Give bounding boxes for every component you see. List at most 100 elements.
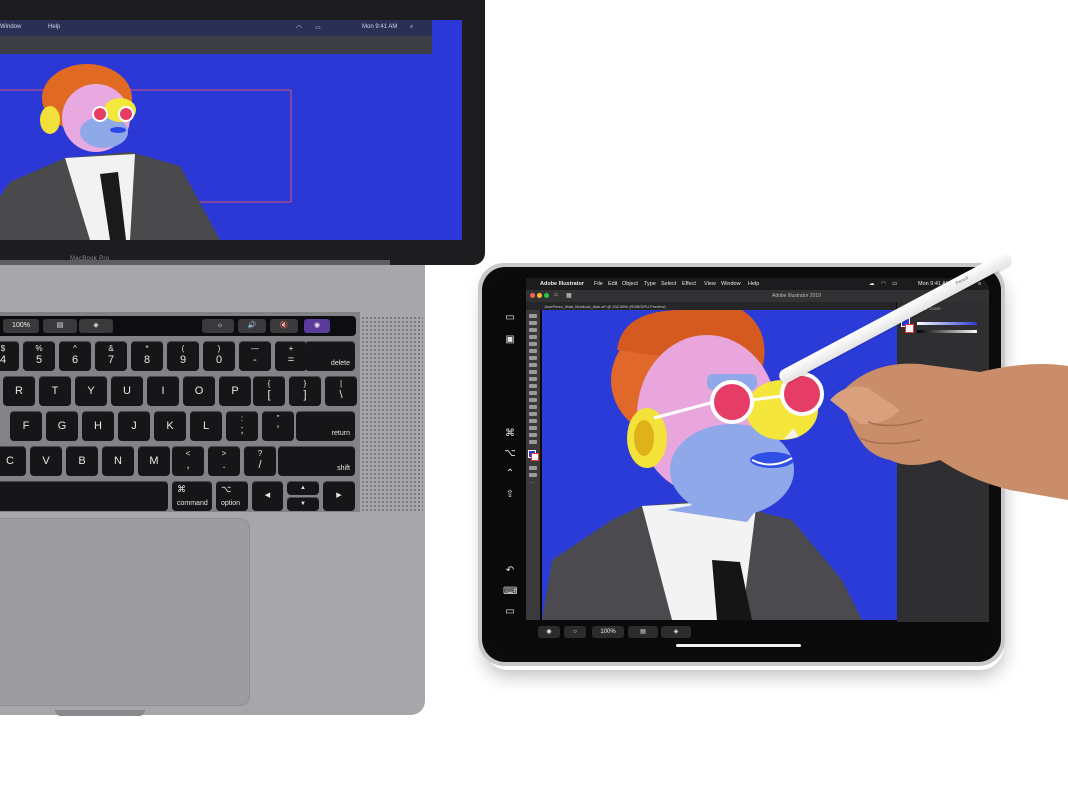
zoom-tool-icon[interactable] — [529, 440, 537, 444]
bottom-align-icon[interactable]: ▤ — [628, 626, 658, 638]
menu-window[interactable]: Window — [721, 281, 741, 287]
delete-key[interactable]: delete — [305, 341, 355, 371]
eyedropper-tool-icon[interactable] — [529, 426, 537, 430]
disconnect-icon[interactable]: ▭ — [503, 606, 517, 618]
home-indicator[interactable] — [676, 644, 801, 647]
pencil-tool-icon[interactable] — [529, 377, 537, 381]
menu-edit[interactable]: Edit — [608, 281, 617, 287]
curvature-tool-icon[interactable] — [529, 342, 537, 346]
symbol-key-2[interactable]: ? / — [244, 446, 276, 476]
number-key-2[interactable]: ^ 6 — [59, 341, 91, 371]
letter-key-home-2[interactable]: H — [82, 411, 114, 441]
number-key-7[interactable]: — - — [239, 341, 271, 371]
touch-bar[interactable]: 100% ▤ ◈ ( ☼ 🔊 🔇 ◉ — [0, 316, 356, 336]
number-key-3[interactable]: & 7 — [95, 341, 127, 371]
menu-select[interactable]: Select — [661, 281, 676, 287]
window-close-button[interactable] — [530, 293, 535, 298]
number-key-1[interactable]: % 5 — [23, 341, 55, 371]
scale-tool-icon[interactable] — [529, 398, 537, 402]
menu-effect[interactable]: Effect — [682, 281, 696, 287]
menu-type[interactable]: Type — [644, 281, 656, 287]
letter-key-bottom-0[interactable]: C — [0, 446, 26, 476]
eraser-tool-icon[interactable] — [529, 384, 537, 388]
type-tool-icon[interactable] — [529, 349, 537, 353]
circle-icon[interactable]: ○ — [564, 626, 586, 638]
window-zoom-button[interactable] — [544, 293, 549, 298]
document-tab[interactable]: JosePerez_Matt_Murdock_blue.ai* @ 232.58… — [544, 304, 666, 309]
siri-icon[interactable]: ◉ — [304, 319, 330, 333]
punct-key-1[interactable]: " ' — [262, 411, 294, 441]
return-key[interactable]: return — [296, 411, 355, 441]
menu-help[interactable]: Help — [748, 281, 759, 287]
shape-builder-tool-icon[interactable] — [529, 412, 537, 416]
menubar-clock[interactable]: Mon 9:41 AM — [362, 24, 397, 30]
shift-key[interactable]: shift — [278, 446, 355, 476]
letter-key-qwerty-6[interactable]: P — [219, 376, 251, 406]
screen-mode-icon[interactable] — [529, 473, 537, 477]
shift-modifier-icon[interactable]: ⇧ — [503, 489, 517, 501]
line-tool-icon[interactable] — [529, 356, 537, 360]
menu-object[interactable]: Object — [622, 281, 638, 287]
width-tool-icon[interactable] — [529, 405, 537, 409]
number-key-0[interactable]: $4 — [0, 341, 19, 371]
letter-key-qwerty-2[interactable]: Y — [75, 376, 107, 406]
pen-tool-icon[interactable] — [529, 335, 537, 339]
number-key-8[interactable]: + = — [275, 341, 307, 371]
search-icon[interactable]: ⌕ — [410, 24, 413, 31]
letter-key-bottom-4[interactable]: M — [138, 446, 170, 476]
bracket-key-2[interactable]: | \ — [325, 376, 357, 406]
volume-icon[interactable]: 🔊 — [238, 319, 266, 333]
number-key-5[interactable]: (9 — [167, 341, 199, 371]
wifi-icon[interactable]: ◠ — [296, 24, 302, 32]
status-wifi-icon[interactable]: ◠ — [881, 281, 886, 287]
status-battery-icon[interactable]: ▭ — [892, 281, 897, 287]
letter-key-qwerty-5[interactable]: O — [183, 376, 215, 406]
stroke-swatch[interactable] — [531, 453, 539, 461]
control-modifier-icon[interactable]: ⌃ — [503, 468, 517, 480]
touchbar-align-icon[interactable]: ▤ — [43, 319, 77, 333]
menu-file[interactable]: File — [594, 281, 603, 287]
menu-view[interactable]: View — [704, 281, 716, 287]
color-wheel-icon[interactable]: ◉ — [538, 626, 560, 638]
letter-key-home-5[interactable]: L — [190, 411, 222, 441]
symbol-key-1[interactable]: >. — [208, 446, 240, 476]
option-key[interactable]: ⌥ option — [216, 481, 248, 511]
rotate-tool-icon[interactable] — [529, 391, 537, 395]
keyboard-icon[interactable]: ⌨ — [503, 586, 517, 598]
arrow-right-key[interactable]: ▶ — [323, 481, 355, 511]
space-bar[interactable] — [0, 481, 168, 511]
letter-key-bottom-3[interactable]: N — [102, 446, 134, 476]
letter-key-qwerty-1[interactable]: T — [39, 376, 71, 406]
menu-item-help[interactable]: Help — [48, 24, 60, 30]
brightness-icon[interactable]: ☼ — [206, 319, 234, 333]
mute-icon[interactable]: 🔇 — [270, 319, 298, 333]
letter-key-qwerty-3[interactable]: U — [111, 376, 143, 406]
color-slider[interactable] — [917, 322, 977, 325]
magic-wand-tool-icon[interactable] — [529, 328, 537, 332]
symbol-key-0[interactable]: <, — [172, 446, 204, 476]
undo-icon[interactable]: ↶ — [503, 565, 517, 577]
arrow-up-key[interactable]: ▲ — [287, 481, 319, 495]
bracket-key-0[interactable]: {[ — [253, 376, 285, 406]
letter-key-home-4[interactable]: K — [154, 411, 186, 441]
letter-key-home-3[interactable]: J — [118, 411, 150, 441]
sidebar-dock-icon[interactable]: ▣ — [503, 334, 517, 346]
window-minimize-button[interactable] — [537, 293, 542, 298]
trackpad[interactable] — [0, 518, 250, 706]
workspace-icon[interactable]: ▦ — [566, 292, 572, 299]
status-cloud-icon[interactable]: ☁ — [869, 281, 875, 287]
touchbar-layers-icon[interactable]: ◈ — [79, 319, 113, 333]
menu-app-name[interactable]: Adobe Illustrator — [540, 281, 584, 287]
punct-key-0[interactable]: :; — [226, 411, 258, 441]
letter-key-qwerty-0[interactable]: R — [3, 376, 35, 406]
command-key[interactable]: ⌘ command — [172, 481, 212, 511]
arrow-down-key[interactable]: ▼ — [287, 497, 319, 511]
rectangle-tool-icon[interactable] — [529, 363, 537, 367]
gradient-tool-icon[interactable] — [529, 419, 537, 423]
arrow-left-key[interactable]: ◀ — [252, 481, 283, 511]
touchbar-zoom-button[interactable]: 100% — [3, 319, 39, 333]
letter-key-bottom-1[interactable]: V — [30, 446, 62, 476]
bracket-key-1[interactable]: }] — [289, 376, 321, 406]
direct-selection-tool-icon[interactable] — [529, 321, 537, 325]
letter-key-home-0[interactable]: F — [10, 411, 42, 441]
